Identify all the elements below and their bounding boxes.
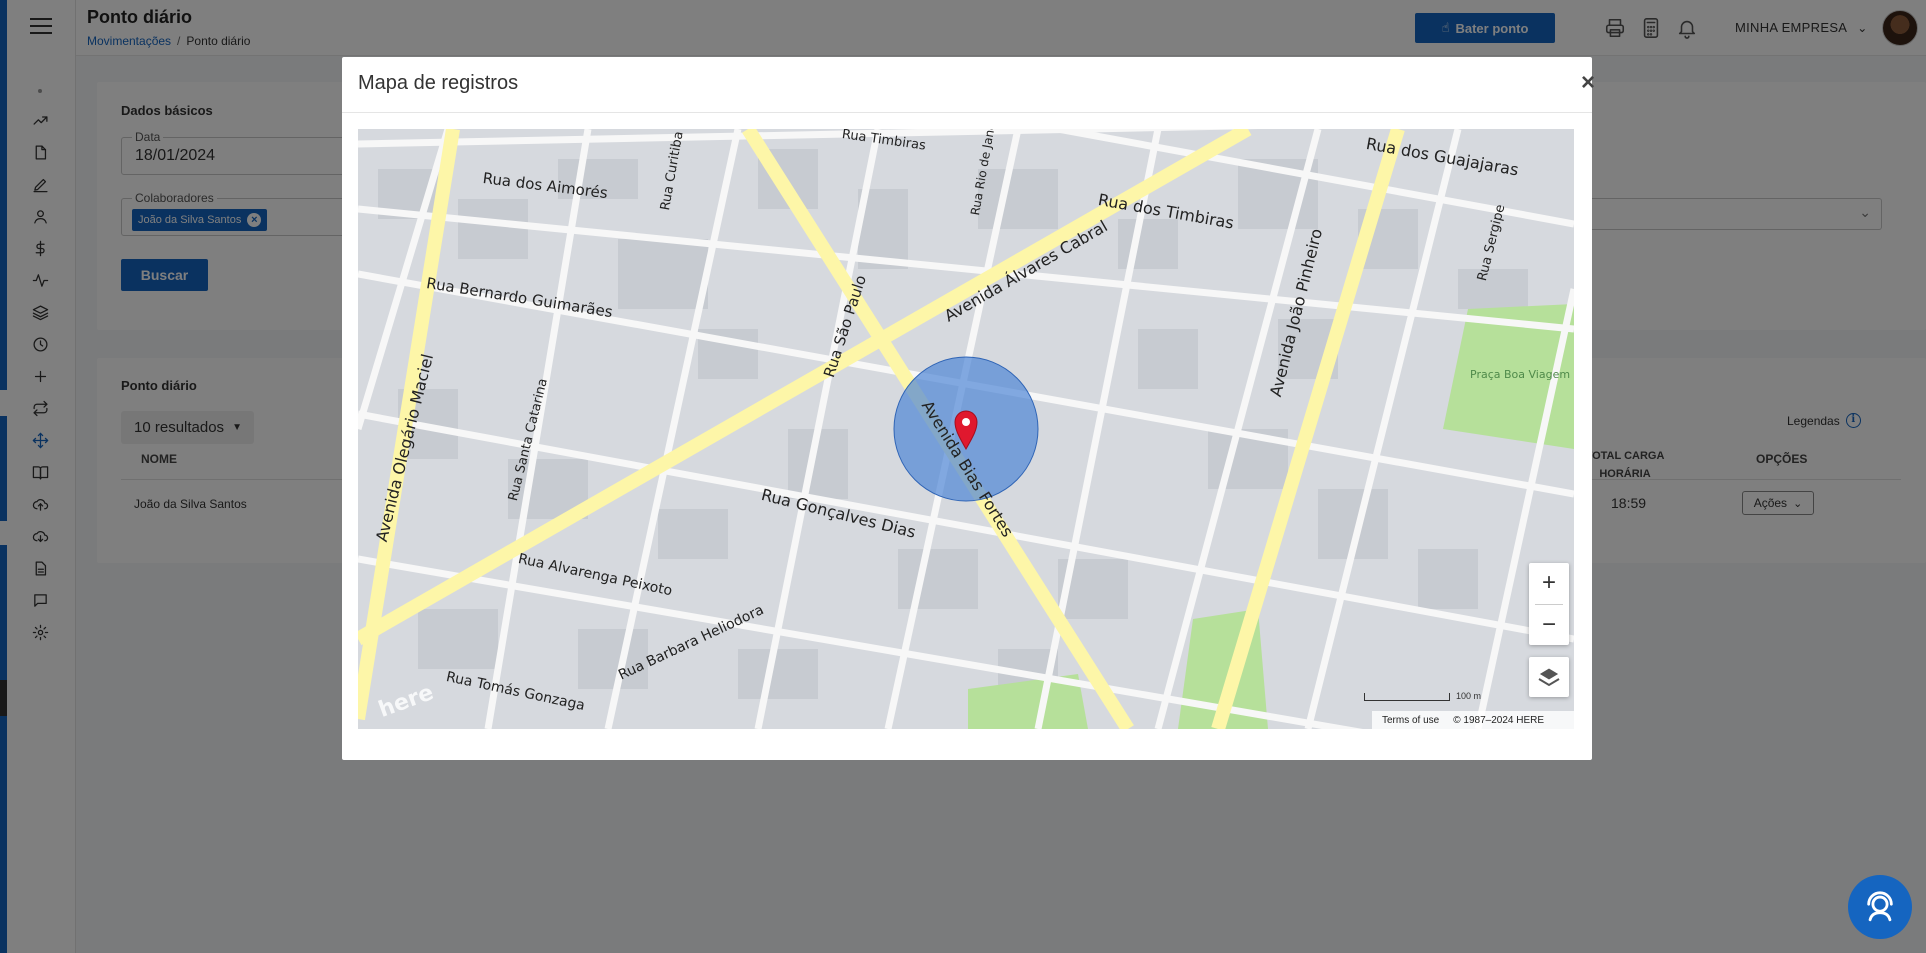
map-layers-button[interactable] bbox=[1529, 657, 1569, 697]
map-attribution: Terms of use © 1987–2024 HERE bbox=[1372, 711, 1574, 729]
copyright-text: © 1987–2024 HERE bbox=[1453, 714, 1545, 726]
layers-icon bbox=[1538, 667, 1560, 687]
modal-divider bbox=[342, 112, 1592, 113]
map-base bbox=[358, 129, 1574, 729]
scale-bar bbox=[1364, 693, 1450, 701]
help-button[interactable] bbox=[1848, 875, 1912, 939]
zoom-control: + − bbox=[1529, 563, 1569, 645]
scale-label: 100 m bbox=[1456, 691, 1482, 701]
terms-link[interactable]: Terms of use bbox=[1382, 715, 1439, 726]
support-agent-icon bbox=[1867, 891, 1893, 922]
zoom-in-button[interactable]: + bbox=[1529, 563, 1569, 603]
map-view[interactable]: Rua dos Aimorés Avenida Olegário Maciel … bbox=[358, 129, 1574, 729]
modal-title: Mapa de registros bbox=[358, 72, 519, 94]
park-label: Praça Boa Viagem bbox=[1470, 368, 1571, 381]
zoom-out-button[interactable]: − bbox=[1529, 605, 1569, 645]
close-icon[interactable]: × bbox=[1581, 71, 1595, 95]
map-modal: Mapa de registros × Rua dos Aimorés Aven… bbox=[342, 57, 1595, 760]
